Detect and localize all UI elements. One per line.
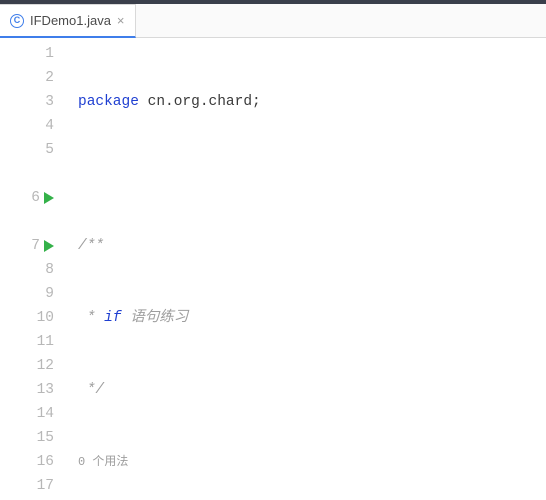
code-editor[interactable]: 1 2 3 4 5 6 7 8 9 10 11 12 13 14 15 16 1… — [0, 38, 546, 500]
kw-package: package — [78, 94, 139, 110]
line-number: 15 — [37, 426, 54, 450]
file-tab[interactable]: C IFDemo1.java × — [0, 4, 136, 38]
line-number: 6 — [31, 186, 40, 210]
line-number: 17 — [37, 474, 54, 498]
block-comment-line: * if 语句练习 — [78, 310, 188, 326]
tab-bar: C IFDemo1.java × — [0, 4, 546, 38]
block-comment-open: /** — [78, 238, 104, 254]
block-comment-close: */ — [78, 382, 104, 398]
line-number: 5 — [45, 138, 54, 162]
line-number: 11 — [37, 330, 54, 354]
run-gutter-icon[interactable] — [44, 240, 54, 252]
java-class-icon: C — [10, 14, 24, 28]
line-number: 13 — [37, 378, 54, 402]
line-number: 16 — [37, 450, 54, 474]
package-name: cn.org.chard; — [139, 94, 261, 110]
run-gutter-icon[interactable] — [44, 192, 54, 204]
line-number: 10 — [37, 306, 54, 330]
line-number: 9 — [45, 282, 54, 306]
code-area[interactable]: package cn.org.chard; /** * if 语句练习 */ 0… — [60, 38, 546, 500]
line-number: 1 — [45, 42, 54, 66]
line-number: 2 — [45, 66, 54, 90]
line-number: 8 — [45, 258, 54, 282]
line-gutter: 1 2 3 4 5 6 7 8 9 10 11 12 13 14 15 16 1… — [0, 38, 60, 500]
line-number: 4 — [45, 114, 54, 138]
line-number: 3 — [45, 90, 54, 114]
tab-filename: IFDemo1.java — [30, 13, 111, 28]
line-number: 12 — [37, 354, 54, 378]
line-number: 7 — [31, 234, 40, 258]
close-icon[interactable]: × — [117, 13, 125, 28]
usage-hint: 0 个用法 — [78, 455, 128, 469]
line-number: 14 — [37, 402, 54, 426]
